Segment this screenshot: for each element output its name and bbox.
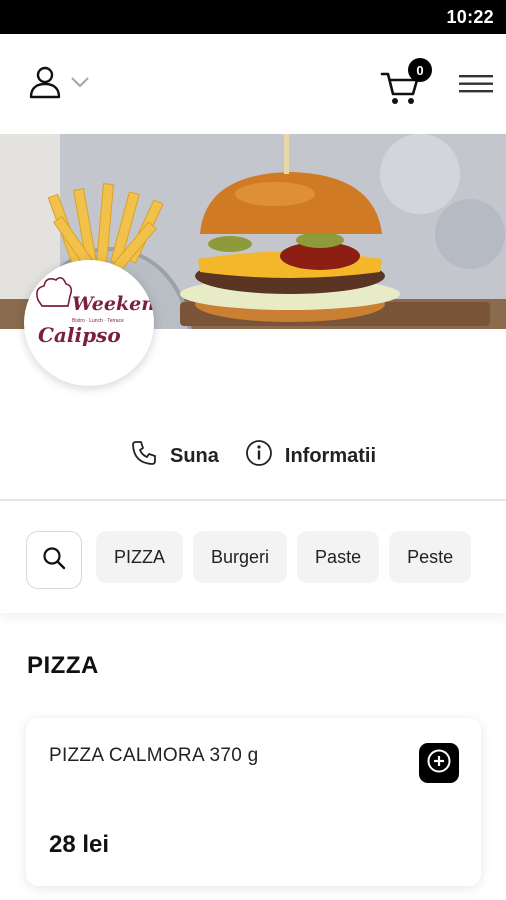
category-chip-pizza[interactable]: PIZZA (96, 531, 184, 583)
category-bar: PIZZA Burgeri Paste Peste (0, 501, 506, 613)
status-bar: 10:22 (0, 0, 506, 34)
info-button[interactable]: Informatii (245, 439, 376, 473)
call-button[interactable]: Suna (130, 439, 219, 473)
product-name: PIZZA CALMORA 370 g (49, 745, 259, 766)
cart-button[interactable]: 0 (380, 58, 432, 106)
section-title: PIZZA (27, 652, 99, 679)
logo-name-text: Calipso (38, 323, 121, 347)
add-to-cart-button[interactable] (419, 743, 459, 783)
cart-count-badge: 0 (408, 58, 432, 82)
product-card[interactable]: PIZZA CALMORA 370 g 28 lei (26, 718, 481, 886)
hamburger-menu-button[interactable] (458, 72, 494, 96)
category-chips: PIZZA Burgeri Paste Peste (96, 531, 482, 585)
category-chip-paste[interactable]: Paste (297, 531, 380, 583)
plus-circle-icon (426, 748, 452, 779)
info-label: Informatii (284, 444, 377, 467)
search-icon (41, 545, 67, 576)
product-price: 28 lei (49, 831, 110, 858)
chevron-down-icon (70, 75, 90, 93)
status-time: 10:22 (446, 7, 494, 27)
user-icon (28, 65, 62, 104)
hamburger-icon (458, 75, 494, 100)
account-button[interactable] (28, 66, 98, 102)
info-icon (245, 439, 273, 473)
restaurant-actions: Suna Informatii (0, 430, 506, 482)
category-chip-burgeri[interactable]: Burgeri (193, 531, 288, 583)
logo-script-text: Weekend (72, 293, 154, 315)
top-bar: 0 (0, 34, 506, 134)
category-chip-peste[interactable]: Peste (389, 531, 472, 583)
restaurant-logo: Weekend Bistro · Lunch · Terrace Calipso (24, 260, 154, 386)
search-button[interactable] (26, 531, 82, 589)
phone-icon (130, 439, 158, 473)
call-label: Suna (169, 444, 219, 467)
